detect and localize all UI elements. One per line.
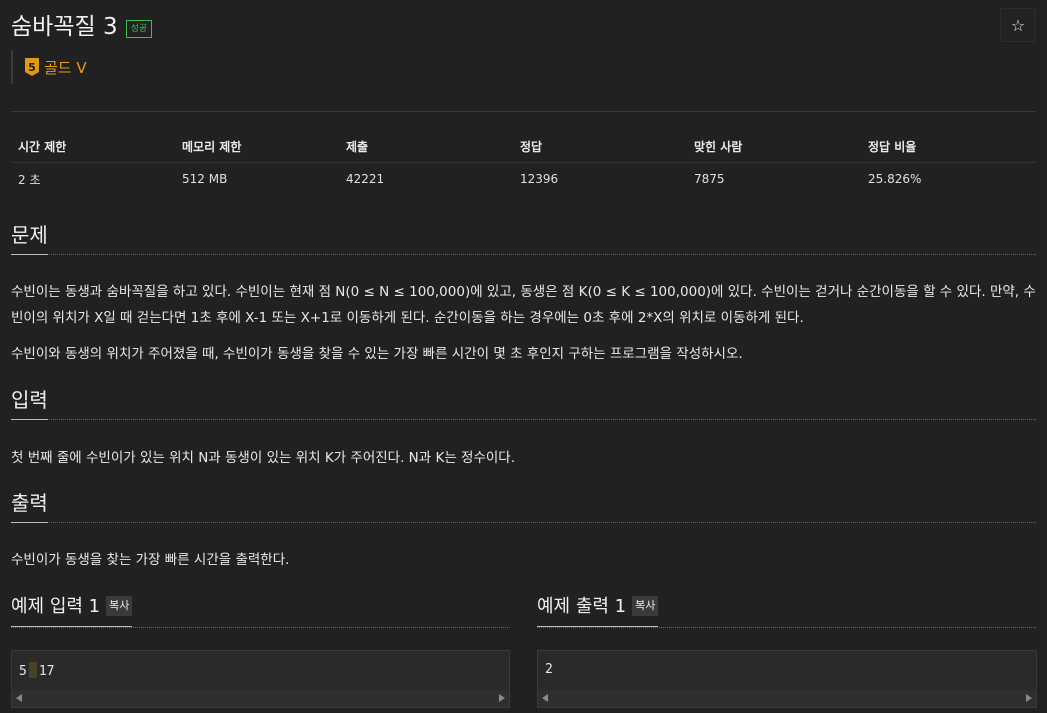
tier-icon: 5	[25, 58, 39, 76]
copy-input-button[interactable]: 복사	[106, 596, 133, 616]
table-header-row: 시간 제한 메모리 제한 제출 정답 맞힌 사람 정답 비율	[11, 131, 1036, 163]
star-icon: ☆	[1010, 15, 1026, 35]
memory-limit-value: 512 MB	[182, 172, 228, 186]
tier-label[interactable]: 골드 V	[44, 57, 87, 78]
input-heading: 입력	[11, 387, 1036, 420]
sample-output-text: 2	[545, 662, 553, 677]
problem-info-table: 시간 제한 메모리 제한 제출 정답 맞힌 사람 정답 비율 2 초 512 M…	[11, 131, 1036, 195]
header-accepted: 정답	[513, 131, 687, 163]
problem-heading-text: 문제	[11, 222, 48, 255]
table-row: 2 초 512 MB 42221 12396 7875 25.826%	[11, 163, 1036, 196]
output-description: 수빈이가 동생을 찾는 가장 빠른 시간을 출력한다.	[11, 552, 290, 568]
sample-input-k: 17	[38, 664, 55, 679]
sample-output-title: 예제 출력 1	[537, 596, 627, 617]
sample-input-heading-text: 예제 입력 1 복사	[11, 593, 133, 627]
tier-row: 5 골드 V	[11, 50, 87, 84]
horizontal-scrollbar[interactable]	[12, 690, 509, 707]
problem-description-2: 수빈이와 동생의 위치가 주어졌을 때, 수빈이가 동생을 찾을 수 있는 가장…	[11, 346, 743, 362]
star-button[interactable]: ☆	[1000, 8, 1036, 42]
sample-output-heading-text: 예제 출력 1 복사	[537, 593, 659, 627]
sample-input-text: 5 17	[19, 662, 54, 679]
sample-output-box[interactable]: 2	[537, 650, 1037, 708]
sample-input-n: 5	[19, 664, 27, 679]
sample-input-heading: 예제 입력 1 복사	[11, 593, 510, 628]
header-solved-users: 맞힌 사람	[687, 131, 861, 163]
horizontal-scrollbar[interactable]	[538, 690, 1036, 707]
problem-header: 숨바꼭질 3 성공	[11, 12, 153, 42]
header-submissions: 제출	[339, 131, 513, 163]
text-cursor	[28, 662, 37, 678]
problem-description: 수빈이는 동생과 숨바꼭질을 하고 있다. 수빈이는 현재 점 N(0 ≤ N …	[11, 284, 1036, 326]
copy-output-button[interactable]: 복사	[632, 596, 659, 616]
sample-input-box[interactable]: 5 17	[11, 650, 510, 708]
page-title: 숨바꼭질 3	[11, 14, 118, 40]
header-memory-limit: 메모리 제한	[175, 131, 339, 163]
accept-ratio-value: 25.826%	[868, 172, 922, 186]
scroll-left-icon[interactable]	[16, 694, 22, 702]
submissions-value[interactable]: 42221	[339, 163, 513, 196]
scroll-right-icon[interactable]	[1026, 694, 1032, 702]
output-heading-text: 출력	[11, 490, 48, 523]
accepted-value: 12396	[520, 172, 559, 186]
problem-heading: 문제	[11, 222, 1036, 255]
sample-output-heading: 예제 출력 1 복사	[537, 593, 1036, 628]
status-badge: 성공	[125, 20, 153, 38]
divider	[11, 111, 1036, 112]
scroll-right-icon[interactable]	[499, 694, 505, 702]
sample-input-title: 예제 입력 1	[11, 596, 101, 617]
header-time-limit: 시간 제한	[11, 131, 175, 163]
output-heading: 출력	[11, 490, 1036, 523]
input-description: 첫 번째 줄에 수빈이가 있는 위치 N과 동생이 있는 위치 K가 주어진다.…	[11, 450, 516, 466]
header-accept-ratio: 정답 비율	[861, 131, 1036, 163]
input-heading-text: 입력	[11, 387, 48, 420]
scroll-left-icon[interactable]	[542, 694, 548, 702]
time-limit-value: 2 초	[18, 172, 41, 187]
solved-users-value[interactable]: 7875	[687, 163, 861, 196]
